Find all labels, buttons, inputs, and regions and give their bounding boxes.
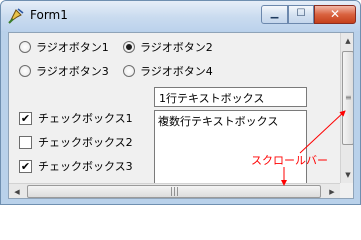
scroll-down-arrow-icon[interactable]: ▼ (341, 167, 353, 183)
checkbox-box (19, 135, 32, 149)
radio-button-4[interactable]: ラジオボタン4 (123, 64, 213, 78)
close-icon: ✕ (329, 7, 341, 21)
radio-button-3[interactable]: ラジオボタン3 (19, 64, 109, 78)
single-line-textbox[interactable]: 1行テキストボックス (154, 87, 307, 107)
radio-label: ラジオボタン2 (140, 41, 213, 54)
checkbox-1[interactable]: ✔ チェックボックス1 (19, 111, 133, 125)
app-icon (8, 8, 24, 24)
maximize-button[interactable]: ☐ (288, 5, 314, 24)
grip-icon: ||| (170, 187, 180, 197)
checkbox-label: チェックボックス3 (38, 160, 133, 173)
close-button[interactable]: ✕ (314, 5, 356, 24)
checkbox-2[interactable]: チェックボックス2 (19, 135, 133, 149)
grip-icon: ≡ (345, 93, 352, 102)
checkmark-icon: ✔ (20, 159, 31, 173)
minimize-button[interactable]: ▁ (261, 5, 288, 24)
vertical-scrollbar[interactable]: ▲ ≡ ▼ (340, 33, 353, 183)
radio-label: ラジオボタン1 (36, 41, 109, 54)
minimize-icon: ▁ (270, 8, 279, 19)
radio-button-2[interactable]: ラジオボタン2 (123, 40, 213, 54)
checkbox-3[interactable]: ✔ チェックボックス3 (19, 159, 133, 173)
radio-circle (19, 65, 31, 77)
form-window: Form1 ▁ ☐ ✕ ラジオボタン1 ラジオボタン2 ラジオボタン3 ラジオボ… (0, 0, 361, 205)
form-client-area: ラジオボタン1 ラジオボタン2 ラジオボタン3 ラジオボタン4 ✔ チェックボッ… (8, 32, 354, 199)
radio-circle (19, 41, 31, 53)
checkbox-box: ✔ (19, 159, 32, 173)
checkbox-label: チェックボックス2 (38, 136, 133, 149)
checkmark-icon: ✔ (20, 111, 31, 125)
scrollbar-annotation-label: スクロールバー (251, 154, 328, 167)
scrollbar-corner (340, 183, 353, 198)
window-title: Form1 (30, 8, 68, 22)
title-bar[interactable]: Form1 ▁ ☐ ✕ (1, 1, 360, 31)
radio-button-1[interactable]: ラジオボタン1 (19, 40, 109, 54)
checkbox-box: ✔ (19, 111, 32, 125)
radio-label: ラジオボタン3 (36, 65, 109, 78)
checkbox-label: チェックボックス1 (38, 112, 133, 125)
scroll-up-arrow-icon[interactable]: ▲ (341, 33, 353, 49)
scroll-right-arrow-icon[interactable]: ▶ (324, 184, 340, 198)
horizontal-scrollbar[interactable]: ◀ ||| ▶ (9, 183, 340, 198)
vertical-scroll-thumb[interactable]: ≡ (342, 51, 353, 145)
horizontal-scroll-thumb[interactable]: ||| (27, 185, 321, 198)
maximize-icon: ☐ (296, 8, 306, 19)
scroll-left-arrow-icon[interactable]: ◀ (9, 184, 25, 198)
radio-label: ラジオボタン4 (140, 65, 213, 78)
radio-circle-selected (123, 41, 135, 53)
radio-circle (123, 65, 135, 77)
